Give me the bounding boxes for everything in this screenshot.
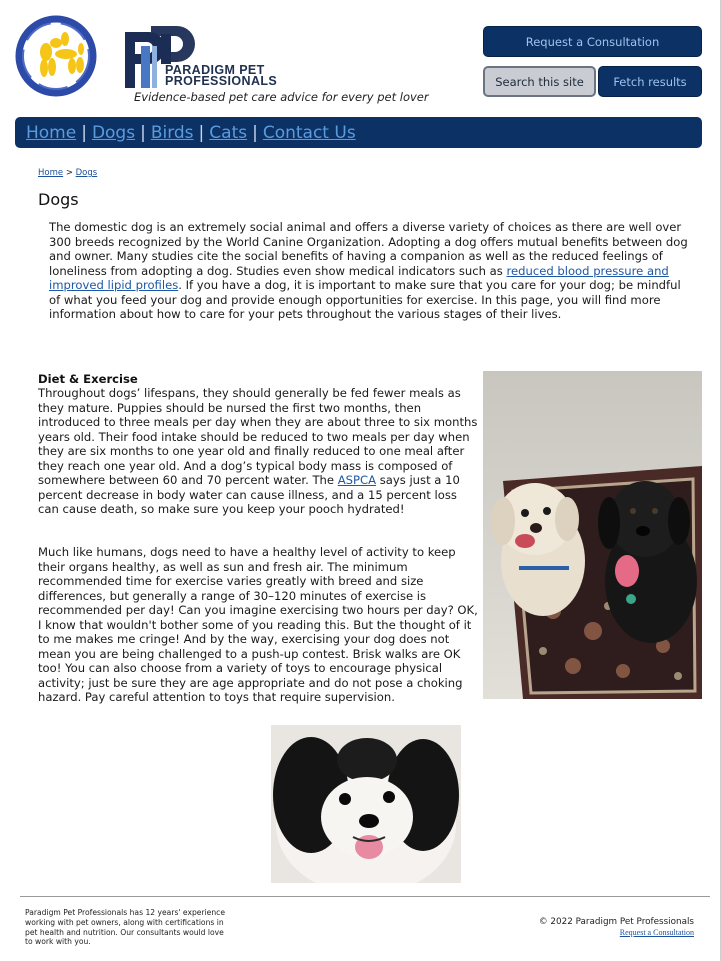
- page-title: Dogs: [38, 190, 79, 209]
- nav-item-home[interactable]: Home: [26, 123, 76, 143]
- shih-tzu-photo: [271, 725, 461, 895]
- diet-text-start: Throughout dogs’ lifespans, they should …: [38, 386, 478, 487]
- request-consultation-button[interactable]: Request a Consultation: [483, 26, 702, 57]
- tagline: Evidence-based pet care advice for every…: [134, 90, 429, 104]
- intro-paragraph: The domestic dog is an extremely social …: [49, 220, 694, 322]
- nav-item-birds[interactable]: Birds: [151, 123, 194, 143]
- breadcrumb-home-link[interactable]: Home: [38, 168, 63, 178]
- aspca-link[interactable]: ASPCA: [338, 473, 376, 487]
- footer-copyright: © 2022 Paradigm Pet Professionals: [538, 917, 694, 927]
- nav-separator: |: [198, 122, 205, 143]
- diet-paragraph: Throughout dogs’ lifespans, they should …: [38, 386, 480, 517]
- main-nav: Home | Dogs | Birds | Cats | Contact Us: [15, 117, 702, 148]
- nav-item-cats[interactable]: Cats: [209, 123, 247, 143]
- breadcrumb-separator: >: [65, 168, 73, 178]
- footer-consultation-link[interactable]: Request a Consultation: [620, 928, 694, 937]
- nav-item-contact-us[interactable]: Contact Us: [263, 123, 356, 143]
- brand-name-line2: Professionals: [165, 74, 278, 88]
- footer-about: Paradigm Pet Professionals has 12 years'…: [25, 908, 226, 947]
- search-input[interactable]: Search this site: [483, 66, 596, 97]
- nav-separator: |: [252, 122, 258, 143]
- site-logo-icon[interactable]: [14, 14, 98, 98]
- nav-item-dogs[interactable]: Dogs: [92, 123, 135, 143]
- nav-separator: |: [140, 122, 146, 143]
- nav-separator: |: [81, 122, 87, 143]
- footer-divider: [20, 896, 710, 897]
- exercise-paragraph: Much like humans, dogs need to have a he…: [38, 545, 478, 704]
- two-dogs-photo: [483, 371, 702, 699]
- fetch-results-button[interactable]: Fetch results: [598, 66, 702, 97]
- brand-name: Paradigm Pet Professionals: [165, 64, 278, 88]
- breadcrumb: Home > Dogs: [38, 168, 97, 178]
- breadcrumb-current-link[interactable]: Dogs: [76, 168, 98, 178]
- section-heading: Diet & Exercise: [38, 372, 138, 386]
